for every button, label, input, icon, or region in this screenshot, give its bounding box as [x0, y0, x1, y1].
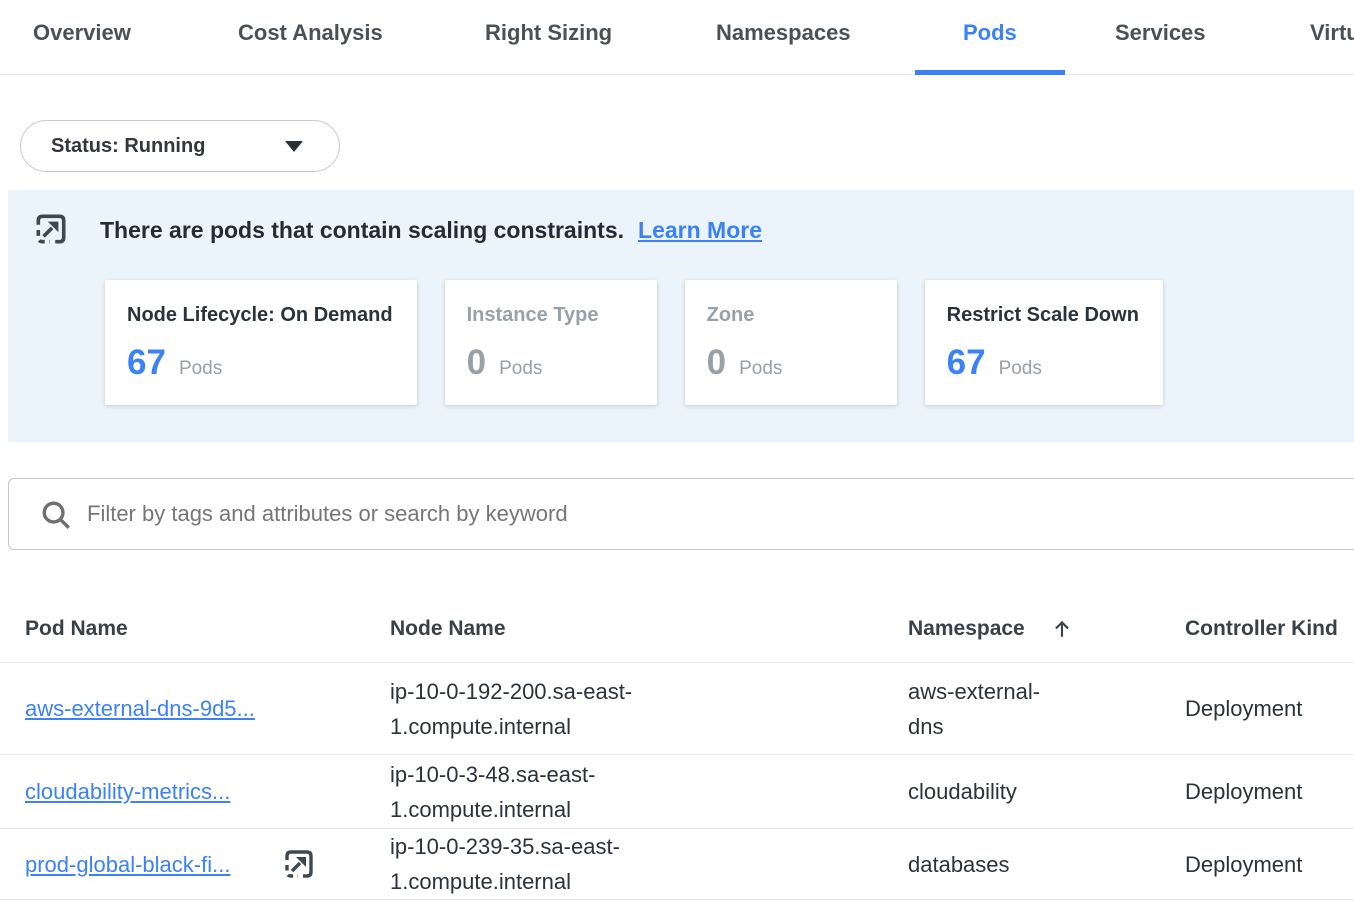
- node-name-cell: ip-10-0-239-35.sa-east-1.compute.interna…: [390, 829, 658, 899]
- card-title: Node Lifecycle: On Demand: [127, 304, 393, 327]
- column-header-label: Controller Kind: [1185, 617, 1338, 641]
- tab-bar: Overview Cost Analysis Right Sizing Name…: [0, 0, 1354, 75]
- constraint-cards: Node Lifecycle: On Demand 67 Pods Instan…: [105, 280, 1163, 405]
- pods-table: Pod Name Node Name Namespace Controller …: [0, 595, 1354, 900]
- card-node-lifecycle[interactable]: Node Lifecycle: On Demand 67 Pods: [105, 280, 417, 405]
- tab-pods[interactable]: Pods: [963, 20, 1017, 46]
- status-filter-label: Status: Running: [51, 135, 205, 158]
- banner-message: There are pods that contain scaling cons…: [100, 217, 762, 244]
- tab-services[interactable]: Services: [1115, 20, 1206, 46]
- table-header-row: Pod Name Node Name Namespace Controller …: [0, 595, 1354, 662]
- chevron-down-icon: [285, 141, 303, 152]
- table-row: prod-global-black-fi... ip-10-0-239-35.s…: [0, 828, 1354, 900]
- sort-ascending-icon: [1051, 618, 1073, 640]
- column-header-label: Namespace: [908, 617, 1025, 641]
- filter-search-bar: [8, 478, 1354, 550]
- node-name-cell: ip-10-0-192-200.sa-east-1.compute.intern…: [390, 674, 658, 744]
- column-header-pod-name[interactable]: Pod Name: [25, 617, 390, 641]
- pod-name-link[interactable]: cloudability-metrics...: [25, 774, 230, 809]
- pod-name-link[interactable]: prod-global-black-fi...: [25, 847, 230, 882]
- card-title: Restrict Scale Down: [947, 304, 1139, 327]
- node-name-cell: ip-10-0-3-48.sa-east-1.compute.internal: [390, 757, 658, 827]
- card-value: 0: [707, 343, 726, 383]
- table-row: aws-external-dns-9d5... ip-10-0-192-200.…: [0, 662, 1354, 754]
- card-unit: Pods: [499, 358, 542, 380]
- card-instance-type[interactable]: Instance Type 0 Pods: [445, 280, 657, 405]
- card-value: 67: [127, 343, 166, 383]
- tab-right-sizing[interactable]: Right Sizing: [485, 20, 612, 46]
- tab-overview[interactable]: Overview: [33, 20, 131, 46]
- namespace-cell: aws-external-dns: [908, 674, 1060, 744]
- column-header-controller-kind[interactable]: Controller Kind: [1185, 617, 1354, 641]
- card-unit: Pods: [739, 358, 782, 380]
- search-input[interactable]: [87, 479, 1287, 549]
- scaling-constraints-banner: There are pods that contain scaling cons…: [8, 190, 1354, 442]
- card-title: Instance Type: [467, 304, 633, 327]
- controller-kind-cell: Deployment: [1185, 847, 1354, 882]
- table-body: aws-external-dns-9d5... ip-10-0-192-200.…: [0, 662, 1354, 900]
- table-row: cloudability-metrics... ip-10-0-3-48.sa-…: [0, 754, 1354, 828]
- namespace-cell: databases: [908, 847, 1060, 882]
- tab-virtual[interactable]: Virtu: [1310, 20, 1354, 46]
- tab-cost-analysis[interactable]: Cost Analysis: [238, 20, 383, 46]
- scale-out-icon: [33, 211, 69, 247]
- pods-page: Overview Cost Analysis Right Sizing Name…: [0, 0, 1354, 916]
- column-header-label: Pod Name: [25, 617, 128, 641]
- banner-message-text: There are pods that contain scaling cons…: [100, 217, 624, 243]
- card-zone[interactable]: Zone 0 Pods: [685, 280, 897, 405]
- card-unit: Pods: [999, 358, 1042, 380]
- column-header-namespace[interactable]: Namespace: [908, 617, 1185, 641]
- search-icon: [39, 498, 73, 537]
- tab-namespaces[interactable]: Namespaces: [716, 20, 851, 46]
- scaling-constraint-icon: [282, 846, 316, 882]
- column-header-node-name[interactable]: Node Name: [390, 617, 908, 641]
- namespace-cell: cloudability: [908, 774, 1060, 809]
- active-tab-indicator: [915, 70, 1065, 75]
- column-header-label: Node Name: [390, 617, 506, 641]
- controller-kind-cell: Deployment: [1185, 774, 1354, 809]
- card-title: Zone: [707, 304, 873, 327]
- controller-kind-cell: Deployment: [1185, 691, 1354, 726]
- card-restrict-scale-down[interactable]: Restrict Scale Down 67 Pods: [925, 280, 1163, 405]
- status-filter-dropdown[interactable]: Status: Running: [20, 120, 340, 172]
- pod-name-link[interactable]: aws-external-dns-9d5...: [25, 691, 255, 726]
- card-value: 0: [467, 343, 486, 383]
- card-unit: Pods: [179, 358, 222, 380]
- card-value: 67: [947, 343, 986, 383]
- learn-more-link[interactable]: Learn More: [638, 217, 762, 243]
